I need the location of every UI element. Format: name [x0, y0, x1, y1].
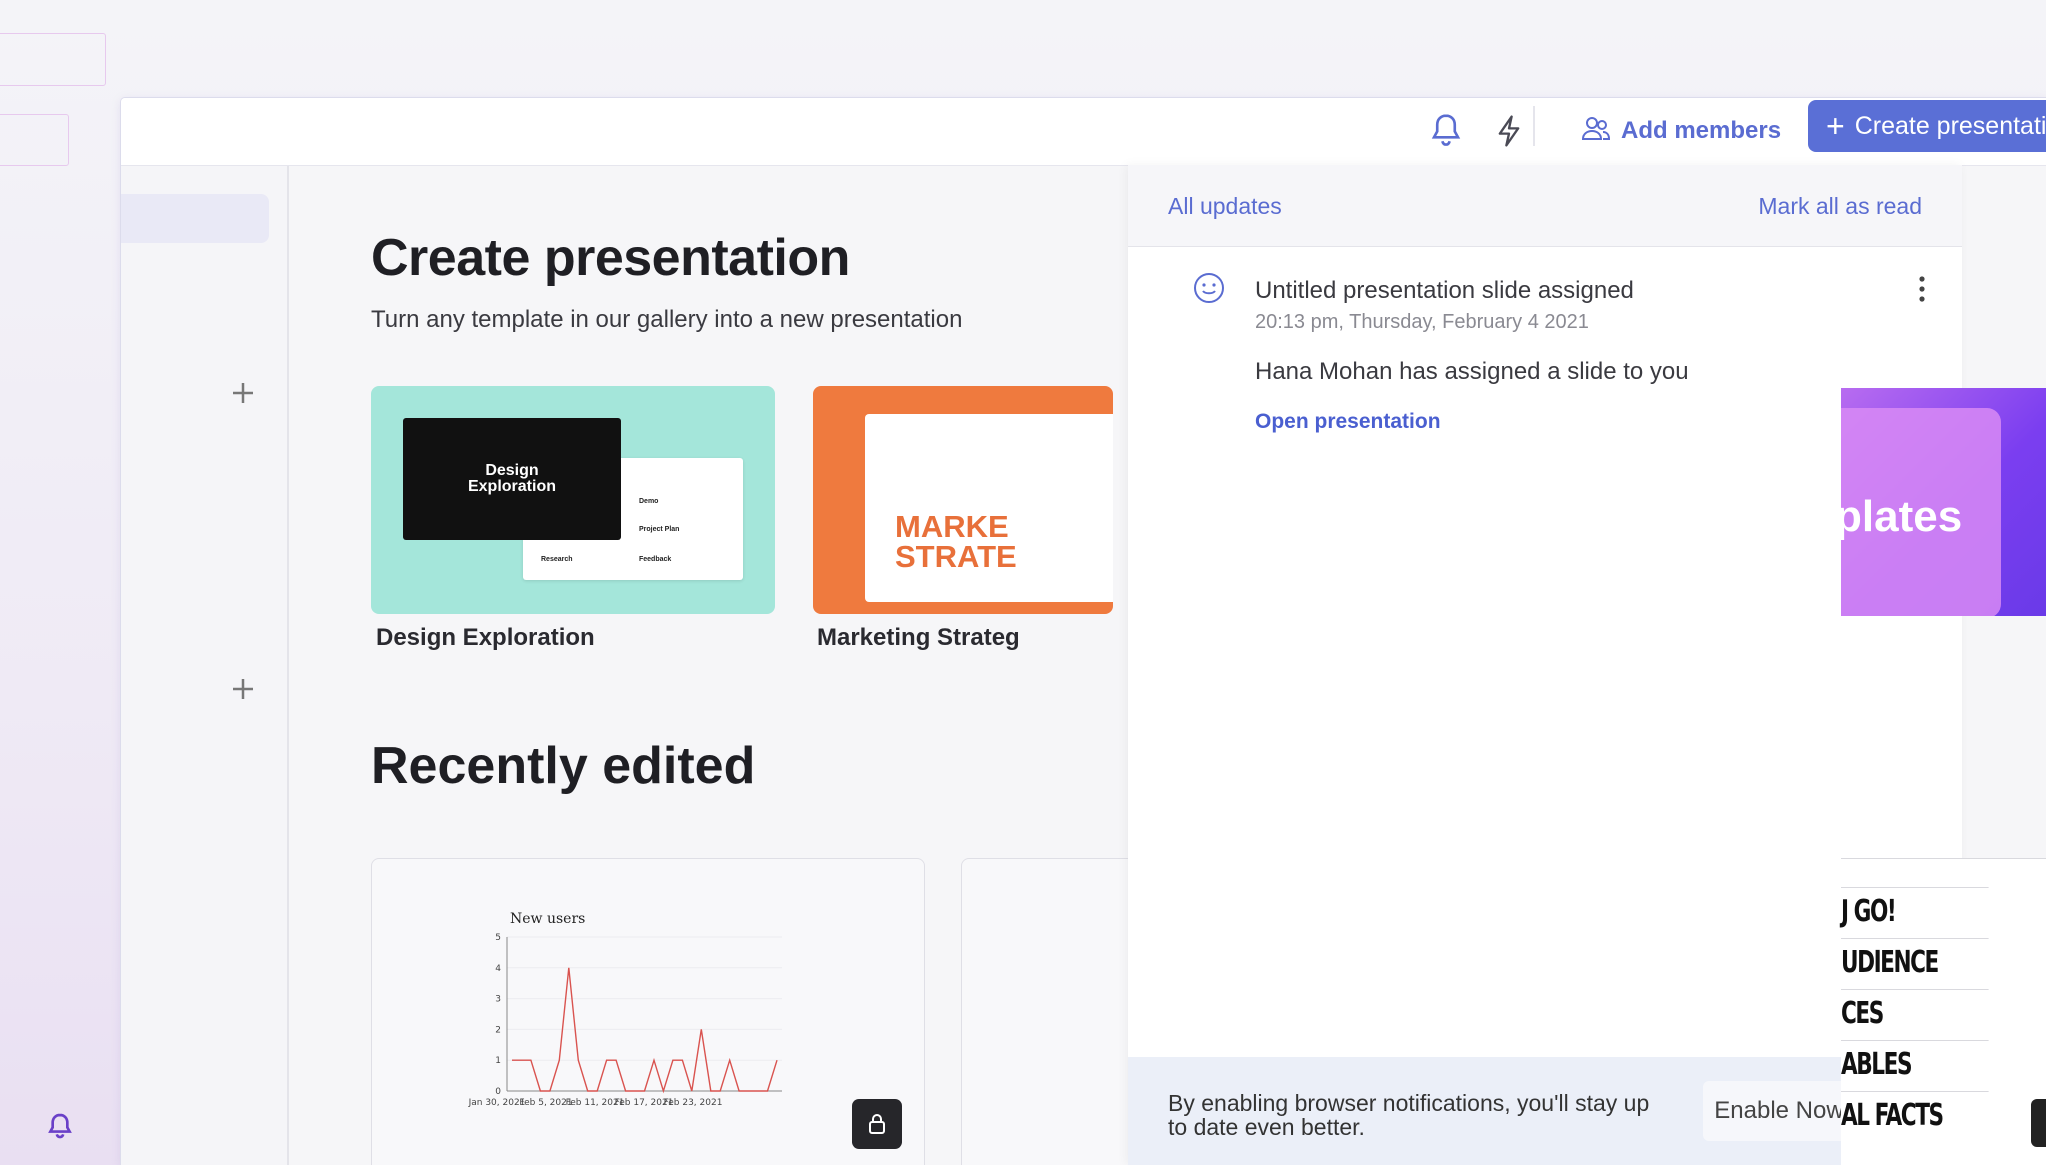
all-updates-tab[interactable]: All updates	[1168, 193, 1282, 220]
chart-y-tick: 0	[495, 1087, 501, 1097]
lock-button[interactable]	[852, 1099, 902, 1149]
app-window: Add members + Create presentati Create p…	[121, 98, 2046, 1165]
thumb-item: Research	[541, 556, 573, 563]
poster-line: UDIENCE	[1841, 938, 1989, 988]
thumb-item: Project Plan	[639, 526, 680, 533]
lightning-icon[interactable]	[1484, 106, 1534, 156]
promo-card[interactable]: plates	[1841, 388, 2046, 616]
ghost-frame-top	[0, 33, 106, 86]
background-right-strip: plates J GO! UDIENCE CES ABLES AL FACTS	[1841, 0, 2046, 1165]
thumb-item: Demo	[639, 498, 659, 505]
thumb-item: Feedback	[639, 556, 672, 563]
users-icon	[1581, 115, 1611, 148]
chart-y-tick: 5	[495, 933, 501, 943]
poster-line: ABLES	[1841, 1040, 1989, 1090]
thumb-title: MARKE STRATE	[895, 509, 1017, 574]
open-presentation-link[interactable]: Open presentation	[1255, 410, 1441, 434]
chart-y-tick: 2	[495, 1025, 501, 1035]
recently-edited-title: Recently edited	[371, 737, 756, 795]
thumb-title: Design Exploration	[467, 462, 556, 495]
notifications-bell-icon[interactable]	[1421, 106, 1471, 156]
thumb-title-line: STRATE	[895, 539, 1017, 574]
chart-x-tick: Jan 30, 2021	[468, 1098, 526, 1108]
enable-now-button[interactable]: Enable Now	[1703, 1081, 1855, 1141]
template-label: Marketing Strateg	[817, 624, 1020, 651]
chart-y-tick: 3	[495, 995, 501, 1005]
ghost-frame-mid	[0, 114, 69, 166]
add-icon[interactable]	[228, 378, 258, 408]
poster-scroll-handle[interactable]	[2031, 1099, 2046, 1147]
page-title: Create presentation	[371, 229, 850, 287]
template-card-design-exploration[interactable]: Demo Project Plan Research Feedback Desi…	[371, 386, 775, 614]
promo-text: plates	[1841, 492, 1963, 541]
top-bar: Add members + Create presentati	[121, 98, 2046, 166]
chart-y-tick: 4	[495, 964, 501, 974]
notification-title: Untitled presentation slide assigned	[1255, 277, 1634, 304]
poster-line: J GO!	[1841, 887, 1989, 937]
add-icon[interactable]	[228, 674, 258, 704]
template-card-marketing[interactable]: MARKE STRATE	[813, 386, 1113, 614]
banner-text: By enabling browser notifications, you'l…	[1168, 1090, 1650, 1140]
smiley-icon	[1192, 271, 1226, 310]
toolbar-divider	[1533, 106, 1535, 146]
thumb-title-line: MARKE	[895, 509, 1009, 544]
thumb-slide: MARKE STRATE	[865, 414, 1113, 602]
sidebar	[121, 166, 289, 1165]
thumb-black-slide: Design Exploration	[403, 418, 621, 540]
chart-title: New users	[510, 911, 585, 927]
poster-line: AL FACTS	[1841, 1091, 1989, 1141]
panel-header: All updates Mark all as read	[1128, 165, 1962, 247]
page-subtitle: Turn any template in our gallery into a …	[371, 306, 963, 333]
add-members-label: Add members	[1621, 117, 1782, 144]
bell-icon[interactable]	[44, 1111, 76, 1143]
notification-time: 20:13 pm, Thursday, February 4 2021	[1255, 311, 1589, 333]
chart-x-tick: Feb 23, 2021	[664, 1098, 723, 1108]
chart-y-tick: 1	[495, 1056, 501, 1066]
sidebar-active-item[interactable]	[121, 194, 269, 243]
template-label: Design Exploration	[376, 624, 595, 651]
notification-body: Hana Mohan has assigned a slide to you	[1255, 358, 1689, 385]
poster-line: CES	[1841, 989, 1989, 1039]
poster-card: J GO! UDIENCE CES ABLES AL FACTS	[1841, 858, 2046, 1165]
new-users-chart: New users012345Jan 30, 2021Feb 5, 2021Fe…	[468, 911, 782, 1108]
notifications-panel: All updates Mark all as read Untitled pr…	[1128, 165, 1962, 1165]
enable-notifications-banner: By enabling browser notifications, you'l…	[1128, 1057, 1962, 1165]
recent-card[interactable]: New users 0 1 2 3 4 5 Jan 30, 2021 Feb 5, 2021 Fe…	[371, 858, 925, 1165]
add-members-button[interactable]: Add members	[1581, 108, 1781, 154]
